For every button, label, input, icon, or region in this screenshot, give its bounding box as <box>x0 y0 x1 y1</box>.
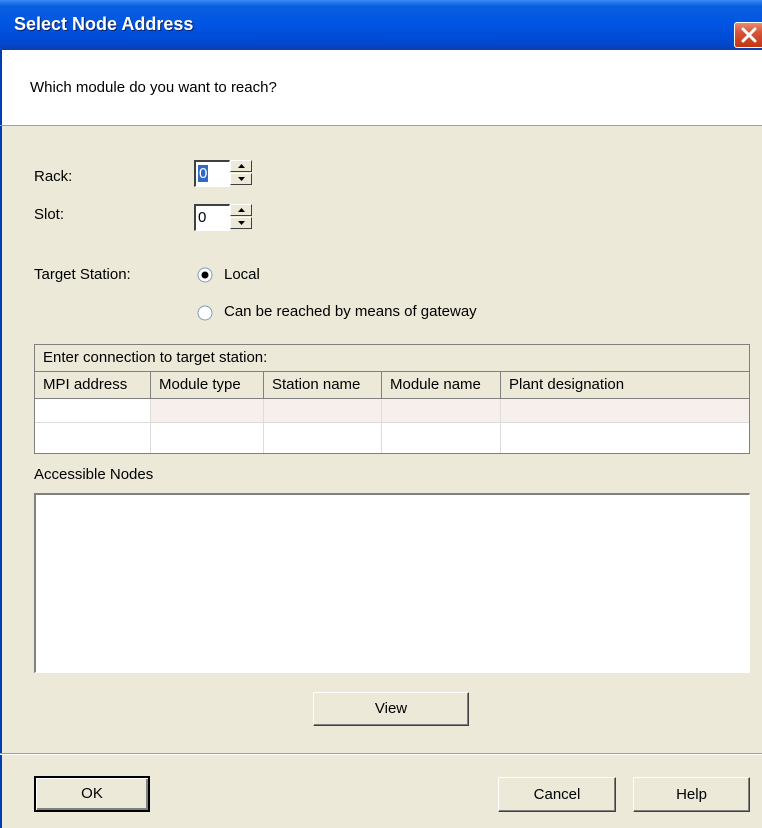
column-header-module-name[interactable]: Module name <box>382 372 501 399</box>
gateway-radio[interactable] <box>197 305 213 321</box>
column-header-plant-designation[interactable]: Plant designation <box>501 372 749 399</box>
cancel-button-label: Cancel <box>533 786 581 803</box>
table-cell-mpi-address[interactable] <box>35 423 151 453</box>
accessible-nodes-label: Accessible Nodes <box>34 466 154 483</box>
cancel-button[interactable]: Cancel <box>498 777 616 812</box>
rack-value: 0 <box>198 165 209 182</box>
local-radio-label[interactable]: Local <box>224 266 260 283</box>
rack-spinbox: 0 <box>194 160 256 187</box>
table-cell-plant-designation[interactable] <box>501 423 749 453</box>
footer-divider <box>0 753 762 755</box>
column-label: Module type <box>159 376 241 393</box>
rack-label: Rack: <box>34 168 73 185</box>
table-cell-module-type[interactable] <box>151 399 264 423</box>
close-button[interactable] <box>734 22 762 48</box>
table-cell-station-name[interactable] <box>264 423 382 453</box>
view-button-label: View <box>374 700 408 717</box>
rack-input[interactable]: 0 <box>194 160 230 187</box>
column-header-mpi-address[interactable]: MPI address <box>35 372 151 399</box>
down-arrow-icon <box>238 177 245 181</box>
rack-decrement-button[interactable] <box>230 173 252 185</box>
connection-table-caption: Enter connection to target station: <box>35 345 749 372</box>
table-cell-module-name[interactable] <box>382 423 501 453</box>
window-title: Select Node Address <box>14 14 194 34</box>
column-header-station-name[interactable]: Station name <box>264 372 382 399</box>
gateway-radio-label[interactable]: Can be reached by means of gateway <box>224 303 477 320</box>
up-arrow-icon <box>238 164 245 168</box>
column-label: Module name <box>390 376 481 393</box>
table-cell-mpi-address[interactable] <box>35 399 151 423</box>
slot-spinbox: 0 <box>194 204 256 231</box>
target-station-label: Target Station: <box>34 266 131 283</box>
column-label: Plant designation <box>509 376 625 393</box>
help-button[interactable]: Help <box>633 777 750 812</box>
help-button-label: Help <box>676 786 707 803</box>
connection-table: Enter connection to target station: MPI … <box>34 344 750 454</box>
column-label: Station name <box>272 376 361 393</box>
column-header-module-type[interactable]: Module type <box>151 372 264 399</box>
ok-button[interactable]: OK <box>34 776 150 812</box>
select-node-address-dialog: Select Node Address Which module do you … <box>0 0 762 828</box>
table-cell-station-name[interactable] <box>264 399 382 423</box>
slot-increment-button[interactable] <box>230 204 252 216</box>
rack-increment-button[interactable] <box>230 160 252 172</box>
ok-button-label: OK <box>81 785 103 802</box>
slot-decrement-button[interactable] <box>230 217 252 229</box>
local-radio[interactable] <box>197 267 213 283</box>
title-bar[interactable]: Select Node Address <box>0 0 762 50</box>
column-label: MPI address <box>43 376 128 393</box>
down-arrow-icon <box>238 221 245 225</box>
table-cell-plant-designation[interactable] <box>501 399 749 423</box>
table-cell-module-name[interactable] <box>382 399 501 423</box>
slot-label: Slot: <box>34 206 65 223</box>
close-icon <box>741 27 757 43</box>
accessible-nodes-list[interactable] <box>34 493 750 673</box>
prompt-text: Which module do you want to reach? <box>30 79 277 96</box>
connection-caption-text: Enter connection to target station: <box>43 349 268 366</box>
slot-input[interactable]: 0 <box>194 204 230 231</box>
slot-value: 0 <box>198 209 207 226</box>
up-arrow-icon <box>238 208 245 212</box>
table-cell-module-type[interactable] <box>151 423 264 453</box>
view-button[interactable]: View <box>313 692 469 726</box>
